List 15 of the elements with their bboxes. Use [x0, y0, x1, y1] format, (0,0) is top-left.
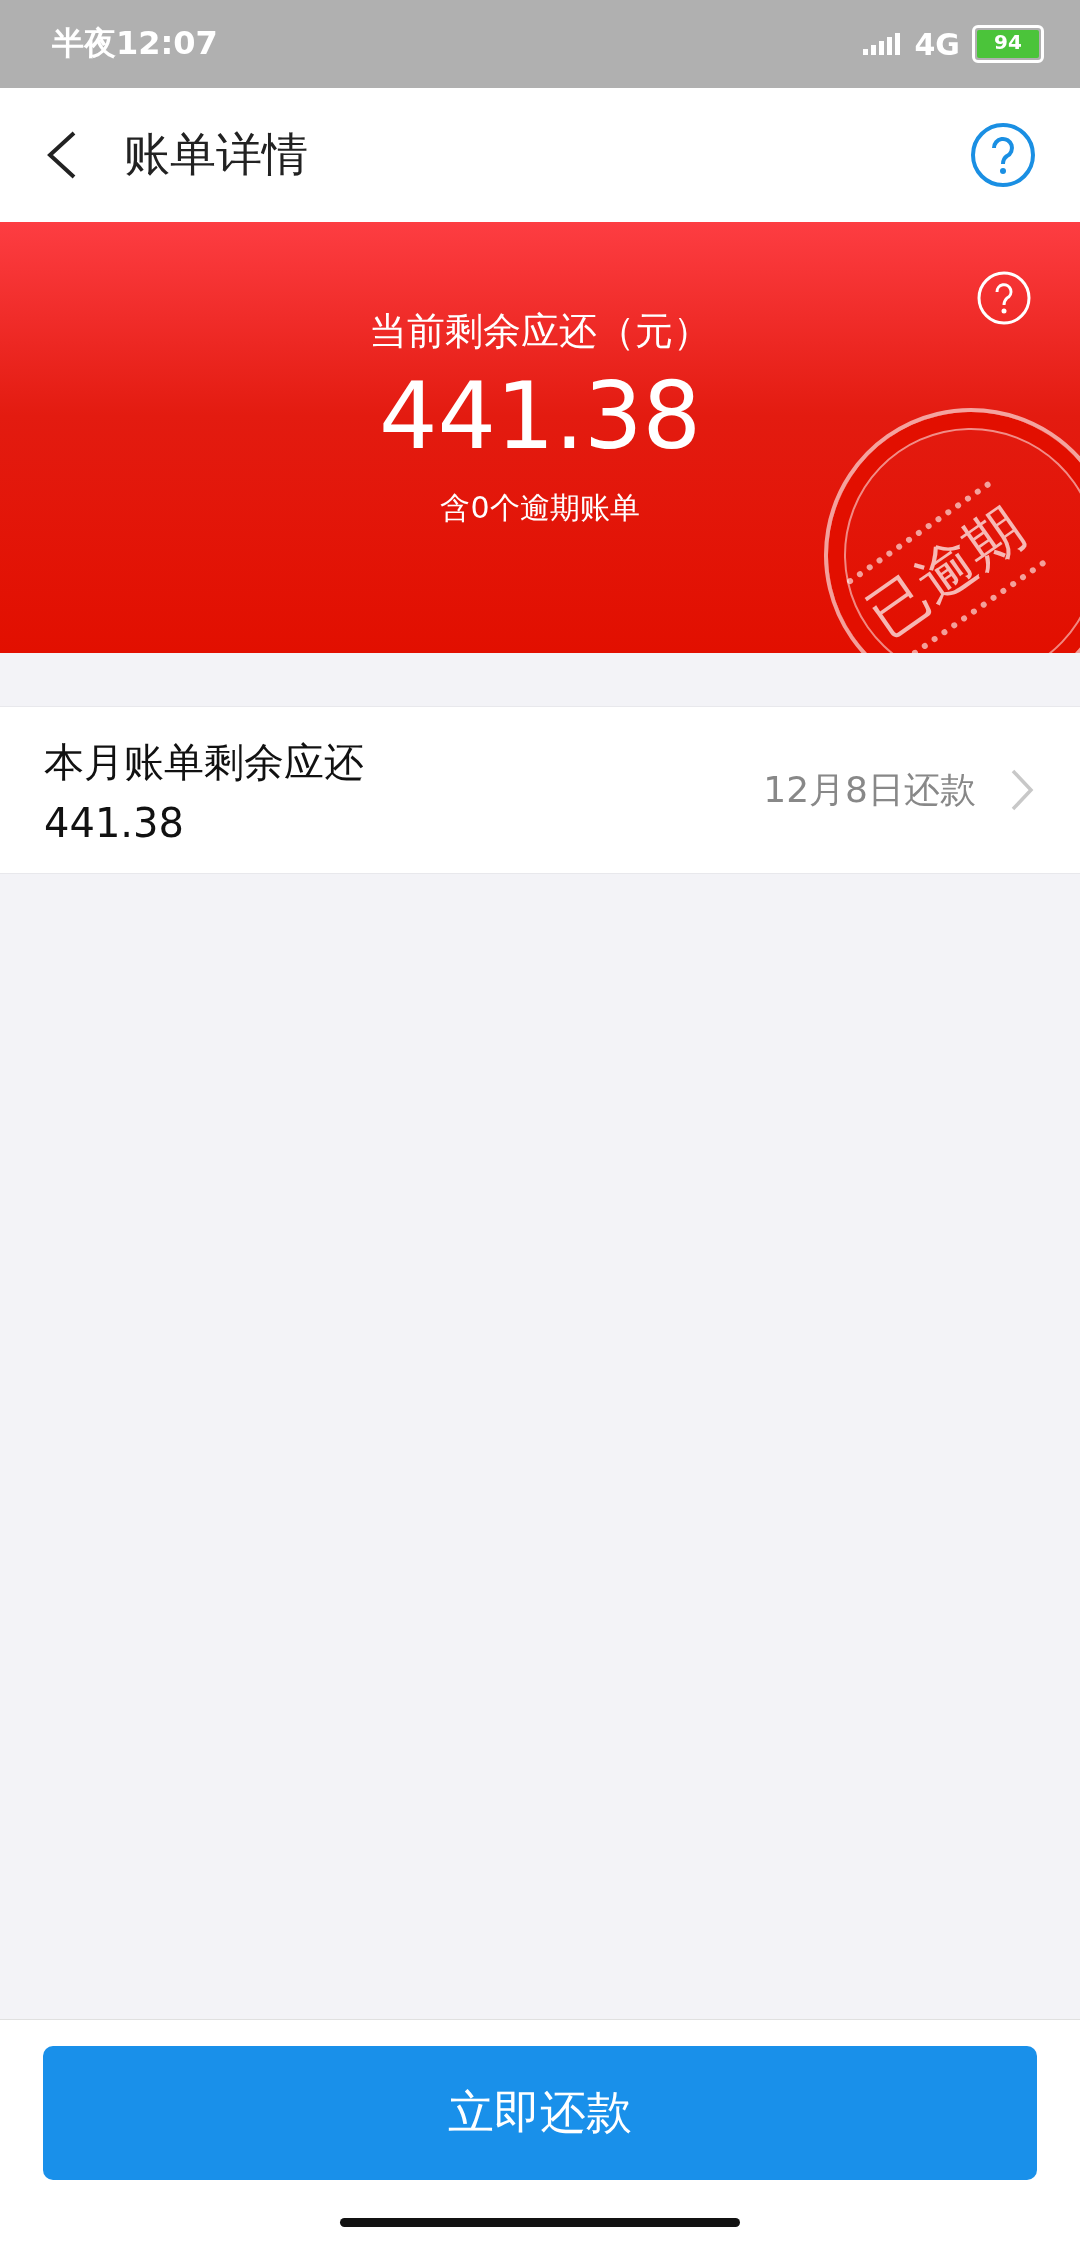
battery-level: 94 [977, 30, 1039, 58]
bill-amount: 441.38 [44, 799, 185, 846]
stamp-text: 已逾期 [845, 480, 1047, 653]
overdue-note: 含0个逾期账单 [440, 489, 640, 527]
page-title: 账单详情 [124, 126, 309, 183]
status-time: 半夜12:07 [52, 23, 218, 64]
bill-row[interactable]: 本月账单剩余应还 441.38 12月8日还款 [0, 707, 1080, 873]
bill-title: 本月账单剩余应还 [44, 737, 365, 787]
balance-label: 当前剩余应还（元） [369, 308, 711, 355]
signal-icon [862, 31, 903, 57]
network-label: 4G [914, 26, 960, 62]
due-date: 12月8日还款 [763, 767, 976, 812]
help-icon[interactable] [970, 122, 1036, 188]
chevron-icon [1010, 768, 1034, 812]
balance-amount: 441.38 [379, 363, 701, 470]
